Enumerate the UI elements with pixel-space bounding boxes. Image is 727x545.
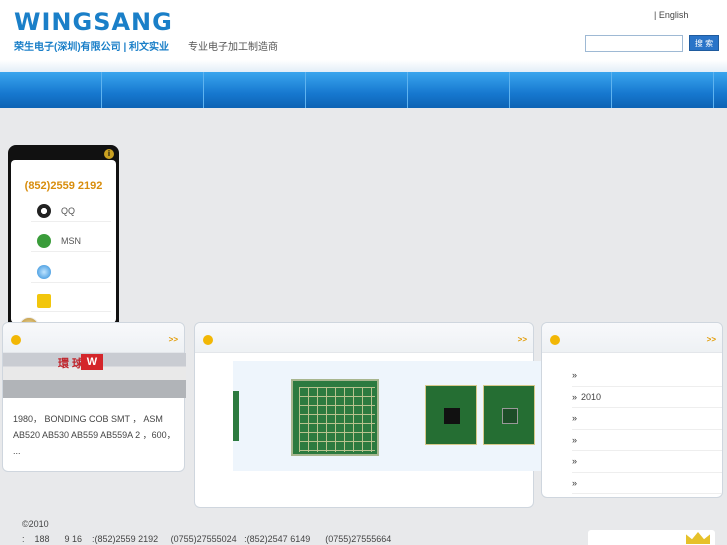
qq-icon [37,204,51,218]
pcb-board-image-1[interactable] [425,385,477,445]
list-item[interactable]: » [572,430,722,451]
header: WINGSANG 荣生电子(深圳)有限公司 | 利文实业 专业电子加工制造商 |… [0,0,727,72]
contact-phone: (852)2559 2192 [24,180,103,192]
qq-label: QQ [61,206,76,216]
header-divider [0,60,727,72]
company-name: 荣生电子(深圳)有限公司 | 利文实业 [14,42,170,53]
bullet-icon [203,335,213,345]
nav-item-2[interactable] [102,72,204,108]
nav-item-1[interactable] [0,72,102,108]
bullet-icon [550,335,560,345]
list-item[interactable]: » [572,365,722,387]
list-item[interactable]: » 2010 [572,387,722,408]
main-nav [0,72,727,108]
pcb-board-image-2[interactable] [483,385,535,445]
nav-item-3[interactable] [204,72,306,108]
contact-row-web[interactable] [31,263,111,283]
factory-sign: 環 球 [58,358,84,370]
about-box: >> 環 球 W 1980， BONDING COB SMT ， ASM AB5… [2,322,186,472]
nav-item-8[interactable] [714,72,727,108]
pcb-panel-image[interactable] [291,379,379,456]
products-box: >> [194,322,551,508]
news-box: >> » » 2010 » » » » [541,322,723,498]
news-more-link[interactable]: >> [707,335,716,344]
company-intro: 1980， BONDING COB SMT ， ASM AB520 AB530 … [13,414,176,456]
msn-icon [37,234,51,248]
nav-item-7[interactable] [612,72,714,108]
info-icon[interactable]: i [104,149,114,159]
msn-label: MSN [61,236,81,246]
search-input[interactable] [585,35,683,52]
footer-contact: : 188 9 16 :(852)2559 2192 (0755)2755502… [22,534,392,544]
search-button[interactable]: 搜 索 [689,35,719,51]
pcb-image-partial[interactable] [233,391,239,441]
contact-row-msn[interactable]: MSN [31,232,111,252]
contact-row-chat[interactable] [31,292,111,312]
factory-logo: W [81,354,103,370]
bullet-icon [11,335,21,345]
products-box-header: >> [195,323,533,353]
list-item[interactable]: » [572,473,722,494]
nav-item-4[interactable] [306,72,408,108]
factory-photo: 環 球 W [3,353,186,398]
list-item[interactable]: » [572,451,722,473]
about-more-link[interactable]: >> [169,335,178,344]
contact-widget: i (852)2559 2192 QQ MSN [8,145,119,342]
products-more-link[interactable]: >> [518,335,527,344]
footer-badge[interactable] [588,530,715,545]
chat-icon [37,294,51,308]
news-list: » » 2010 » » » » [572,365,722,494]
about-box-header: >> [3,323,184,353]
crown-icon [686,532,710,544]
english-link[interactable]: | English [654,10,688,20]
contact-screen: (852)2559 2192 QQ MSN [11,160,116,323]
logo[interactable]: WINGSANG [14,8,173,36]
nav-item-6[interactable] [510,72,612,108]
contact-row-qq[interactable]: QQ [31,202,111,222]
globe-icon [37,265,51,279]
news-box-header: >> [542,323,722,353]
list-item[interactable]: » [572,408,722,430]
footer-copyright: ©2010 [22,519,49,529]
product-gallery[interactable] [233,361,551,471]
slogan: 专业电子加工制造商 [188,42,278,53]
nav-item-5[interactable] [408,72,510,108]
